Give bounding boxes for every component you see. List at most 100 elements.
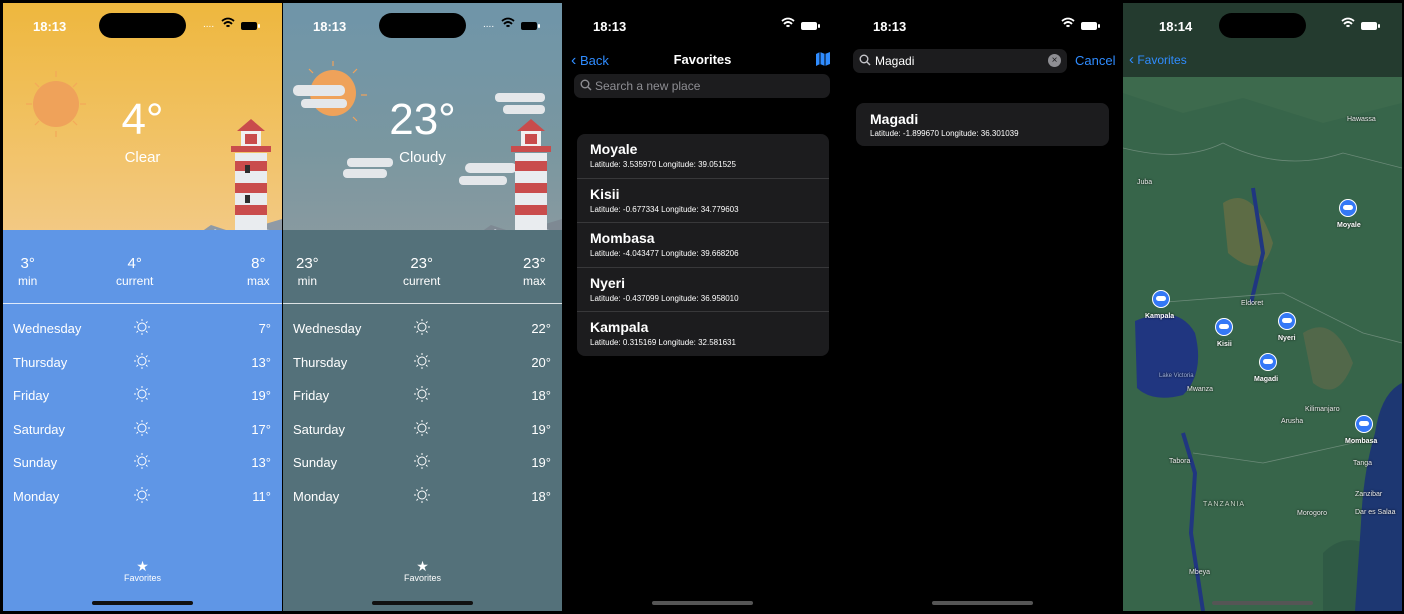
forecast-temp: 13° — [251, 455, 271, 470]
place-coords: Latitude: -0.677334 Longitude: 34.779603 — [590, 204, 739, 214]
favorites-tab-label: Favorites — [403, 573, 441, 583]
sun-icon — [413, 486, 431, 507]
min-label: min — [297, 274, 318, 288]
home-indicator — [652, 601, 753, 605]
sun-icon — [413, 352, 431, 373]
map-pin-kampala[interactable] — [1152, 290, 1170, 308]
clear-icon[interactable]: × — [1048, 54, 1061, 67]
forecast-row: Saturday 17° — [3, 414, 282, 448]
status-time: 18:14 — [1159, 19, 1193, 34]
wifi-icon — [221, 17, 235, 28]
map-label: Eldoret — [1241, 300, 1264, 307]
map-label: Dar es Salaa — [1355, 509, 1396, 516]
dynamic-island — [939, 13, 1026, 38]
back-button[interactable]: ‹ Favorites — [1129, 51, 1187, 68]
map-pin-nyeri[interactable] — [1278, 312, 1296, 330]
min-current-max: 3° min 4° current 8° max — [3, 255, 282, 305]
search-input[interactable]: Magadi × — [853, 49, 1067, 73]
place-name: Mombasa — [590, 230, 655, 246]
forecast-row: Sunday 13° — [3, 447, 282, 481]
forecast-temp: 18° — [531, 388, 551, 403]
weather-screen-cloudy: 23° Cloudy 18:13 .... 23° min 23° current … — [283, 3, 562, 611]
map-label: Hawassa — [1347, 116, 1376, 123]
list-item[interactable]: Mombasa Latitude: -4.043477 Longitude: 39… — [577, 223, 829, 268]
favorites-list: Moyale Latitude: 3.535970 Longitude: 39.0… — [577, 134, 829, 356]
forecast-day: Monday — [293, 488, 340, 504]
status-bar: 18:13 — [843, 3, 1122, 49]
sun-icon — [133, 452, 151, 473]
min-label: min — [18, 274, 38, 288]
result-name: Magadi — [870, 111, 919, 127]
pin-label: Kisii — [1217, 341, 1232, 348]
map-pin-kisii[interactable] — [1215, 318, 1233, 336]
min-value: 23° — [296, 255, 319, 272]
favorites-tab[interactable]: ★ Favorites — [3, 559, 282, 583]
dynamic-island — [659, 13, 746, 38]
list-item[interactable]: Kampala Latitude: 0.315169 Longitude: 32.… — [577, 312, 829, 356]
weather-screen-clear: 4° Clear 18:13 .... 3° min 4° current 8° ma… — [3, 3, 282, 611]
place-name: Nyeri — [590, 274, 626, 291]
star-icon: ★ — [136, 558, 149, 574]
place-coords: Latitude: 0.315169 Longitude: 32.581631 — [590, 338, 736, 347]
place-coords: Latitude: -4.043477 Longitude: 39.668206 — [590, 249, 739, 258]
search-value: Magadi — [875, 54, 915, 68]
list-item[interactable]: Nyeri Latitude: -0.437099 Longitude: 36.9… — [577, 268, 829, 312]
place-coords: Latitude: 3.535970 Longitude: 39.051525 — [590, 160, 736, 169]
current-temperature: 23° — [389, 95, 456, 144]
forecast-temp: 19° — [531, 421, 551, 437]
home-indicator — [1212, 601, 1313, 605]
max-temp: 23° max — [523, 255, 546, 288]
pin-label: Mombasa — [1345, 438, 1378, 445]
battery-icon — [521, 22, 540, 30]
map-pin-magadi[interactable] — [1259, 353, 1277, 371]
dynamic-island — [379, 13, 466, 38]
sun-icon — [133, 385, 151, 406]
forecast-row: Friday 18° — [283, 380, 562, 414]
battery-icon — [241, 22, 260, 30]
forecast-temp: 22° — [531, 321, 551, 336]
forecast-row: Sunday 19° — [283, 447, 562, 481]
sun-icon — [133, 419, 151, 440]
battery-icon — [801, 22, 820, 30]
forecast-temp: 7° — [258, 321, 271, 336]
map-label: Zanzibar — [1355, 491, 1383, 498]
list-item[interactable]: Kisii Latitude: -0.677334 Longitude: 34.7… — [577, 179, 829, 223]
wifi-icon — [781, 17, 795, 28]
search-result[interactable]: Magadi Latitude: -1.899670 Longitude: 36… — [856, 103, 1109, 146]
status-time: 18:13 — [313, 19, 347, 34]
place-name: Kampala — [590, 319, 649, 335]
home-indicator — [372, 601, 473, 605]
forecast-row: Wednesday 7° — [3, 313, 282, 347]
forecast-row: Thursday 13° — [3, 347, 282, 381]
home-indicator — [932, 601, 1033, 605]
search-input[interactable]: Search a new place — [574, 74, 830, 98]
sun-icon — [413, 385, 431, 406]
status-bar: 18:13 .... — [283, 3, 562, 49]
forecast-row: Monday 11° — [3, 481, 282, 515]
favorites-tab[interactable]: ★ Favorites — [283, 559, 562, 583]
forecast-day: Thursday — [293, 354, 348, 370]
current-value: 23° — [410, 255, 434, 272]
cancel-button[interactable]: Cancel — [1075, 53, 1115, 68]
map-pin-mombasa[interactable] — [1355, 415, 1373, 433]
forecast-row: Wednesday 22° — [283, 313, 562, 347]
battery-icon — [1081, 22, 1100, 30]
current-temp: 4° current — [116, 255, 153, 288]
weather-condition: Clear — [124, 149, 161, 166]
map-icon[interactable] — [815, 51, 831, 67]
pin-label: Kampala — [1145, 313, 1175, 320]
result-coords: Latitude: -1.899670 Longitude: 36.301039 — [870, 129, 1019, 138]
map-pin-moyale[interactable] — [1339, 199, 1357, 217]
pin-label: Magadi — [1254, 376, 1279, 383]
wifi-icon — [1061, 17, 1075, 28]
max-temp: 8° max — [247, 255, 270, 288]
place-name: Moyale — [590, 141, 638, 157]
forecast-temp: 18° — [531, 488, 551, 504]
map-screen: 18:14 ‹ Favorites Moyale Kampala Kisii N… — [1123, 3, 1402, 611]
sea-band — [283, 230, 562, 246]
pin-label: Moyale — [1337, 222, 1361, 229]
list-item[interactable]: Moyale Latitude: 3.535970 Longitude: 39.0… — [577, 134, 829, 179]
star-icon: ★ — [416, 558, 429, 574]
place-coords: Latitude: -0.437099 Longitude: 36.958010 — [590, 293, 739, 303]
home-indicator — [92, 601, 193, 605]
